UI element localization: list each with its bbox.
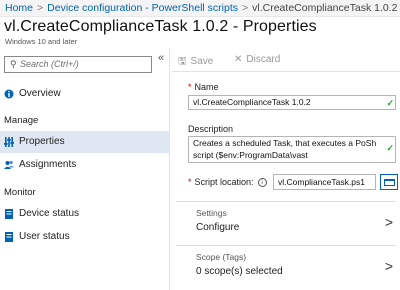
script-location-label: * Script location: i: [188, 177, 267, 188]
search-input[interactable]: ⚲ Search (Ctrl+/): [4, 56, 152, 73]
scope-value: 0 scope(s) selected: [196, 266, 283, 277]
chevron-right-icon: >: [384, 258, 393, 274]
checkmark-icon: ✓: [386, 98, 394, 108]
required-asterisk: *: [188, 82, 192, 92]
sidebar-item-label: Overview: [19, 88, 61, 99]
name-label-text: Name: [194, 82, 219, 92]
settings-value: Configure: [196, 222, 240, 233]
settings-section[interactable]: Settings Configure >: [176, 201, 396, 246]
breadcrumb-separator: >: [37, 2, 44, 14]
breadcrumb: Home > Device configuration - PowerShell s…: [0, 0, 400, 17]
discard-label: Discard: [246, 54, 281, 65]
folder-icon: [384, 179, 395, 186]
collapse-sidebar-icon[interactable]: «: [158, 52, 164, 64]
name-label: * Name: [188, 82, 219, 92]
users-icon: [4, 160, 14, 169]
sidebar-item-label: User status: [19, 231, 70, 242]
script-location-value: vl.ComplianceTask.ps1: [278, 177, 365, 187]
close-icon: ✕: [234, 54, 243, 65]
sidebar-item-overview[interactable]: Overview: [0, 83, 169, 105]
sidebar-item-properties[interactable]: Properties: [0, 131, 169, 153]
properties-icon: [4, 137, 14, 147]
toolbar: 🖫 Save ✕ Discard: [172, 50, 400, 72]
breadcrumb-device-configuration-link[interactable]: Device configuration - PowerShell script…: [47, 2, 238, 14]
sidebar-item-label: Assignments: [19, 159, 77, 170]
name-value: vl.CreateComplianceTask 1.0.2: [193, 97, 311, 107]
script-location-label-text: Script location:: [194, 177, 254, 187]
required-asterisk: *: [188, 177, 192, 187]
breadcrumb-separator: >: [242, 2, 249, 14]
sidebar-item-user-status[interactable]: User status: [0, 226, 169, 248]
user-status-icon: [5, 232, 13, 242]
name-input[interactable]: vl.CreateComplianceTask 1.0.2 ✓: [188, 95, 396, 110]
sidebar: ⚲ Search (Ctrl+/) « Overview Manage Prope…: [0, 48, 170, 290]
checkmark-icon: ✓: [386, 143, 394, 153]
sidebar-item-label: Properties: [19, 136, 65, 147]
search-icon: ⚲: [10, 59, 17, 69]
description-textarea[interactable]: Creates a scheduled Task, that executes …: [188, 136, 396, 163]
save-label: Save: [190, 56, 214, 67]
breadcrumb-current: vl.CreateComplianceTask 1.0.2 - Properti…: [252, 2, 400, 14]
description-label: Description: [188, 124, 234, 134]
search-placeholder: Search (Ctrl+/): [20, 59, 79, 69]
device-icon: [5, 209, 13, 219]
scope-tags-section[interactable]: Scope (Tags) 0 scope(s) selected >: [176, 245, 396, 290]
info-icon: [4, 89, 14, 99]
save-icon: 🖫: [178, 56, 187, 67]
sidebar-item-assignments[interactable]: Assignments: [0, 154, 169, 176]
info-icon[interactable]: i: [257, 178, 267, 188]
script-location-input[interactable]: vl.ComplianceTask.ps1: [273, 174, 376, 190]
sidebar-item-label: Device status: [19, 208, 80, 219]
page-title: vl.CreateComplianceTask 1.0.2 - Properti…: [4, 18, 317, 35]
description-line-2: script ($env:ProgramData\vast: [193, 149, 308, 160]
save-button[interactable]: 🖫 Save: [178, 54, 213, 71]
discard-button[interactable]: ✕ Discard: [234, 54, 280, 65]
browse-file-button[interactable]: [380, 174, 398, 190]
section-header-manage: Manage: [4, 115, 39, 126]
scope-label: Scope (Tags): [196, 252, 247, 262]
breadcrumb-home-link[interactable]: Home: [5, 2, 33, 14]
sidebar-item-device-status[interactable]: Device status: [0, 203, 169, 225]
description-line-1: Creates a scheduled Task, that executes …: [193, 138, 377, 148]
section-header-monitor: Monitor: [4, 187, 36, 198]
chevron-right-icon: >: [384, 214, 393, 230]
page-subtitle: Windows 10 and later: [5, 37, 78, 46]
settings-label: Settings: [196, 208, 227, 218]
